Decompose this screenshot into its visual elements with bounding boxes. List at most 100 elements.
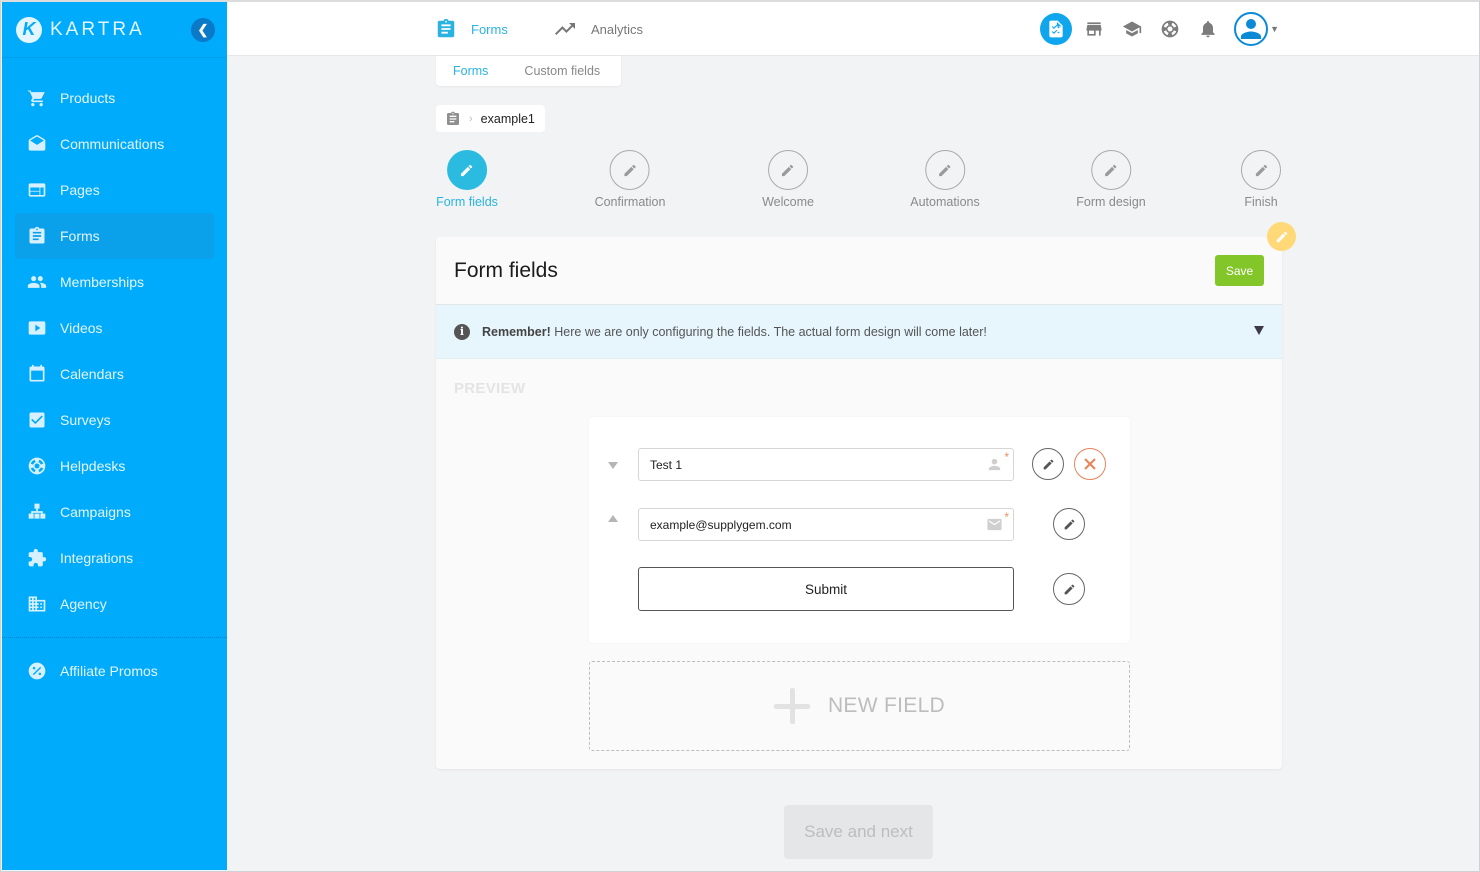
web-page-icon — [27, 180, 47, 200]
sidebar-item-label: Pages — [60, 182, 100, 198]
chevron-left-icon: ❮ — [197, 22, 209, 37]
step-finish[interactable]: Finish — [1241, 150, 1281, 209]
pencil-icon — [1063, 583, 1076, 596]
help-button[interactable] — [1154, 13, 1186, 45]
top-tab-label: Forms — [471, 21, 508, 37]
checklist-button[interactable] — [1040, 13, 1073, 45]
subtabs: Forms Custom fields — [436, 56, 621, 86]
step-confirmation[interactable]: Confirmation — [594, 150, 666, 209]
subtab-forms[interactable]: Forms — [453, 64, 488, 78]
field-value: example@supplygem.com — [650, 517, 792, 532]
pencil-icon — [937, 163, 952, 178]
form-fields-card: Form fields Save i Remember! Here we are… — [436, 237, 1282, 769]
top-tab-analytics[interactable]: Analytics — [553, 2, 643, 56]
subtab-custom-fields[interactable]: Custom fields — [524, 64, 600, 78]
clipboard-icon[interactable] — [445, 110, 461, 128]
pencil-icon — [459, 163, 474, 178]
brand-name: KARTRA — [50, 18, 145, 40]
step-circle — [1090, 150, 1131, 190]
edit-submit-button[interactable] — [1053, 573, 1085, 605]
email-field[interactable]: example@supplygem.com * — [638, 508, 1014, 541]
step-label: Confirmation — [594, 195, 666, 209]
move-up-icon[interactable] — [608, 515, 618, 522]
edit-badge-button[interactable] — [1267, 222, 1296, 251]
notifications-button[interactable] — [1192, 13, 1224, 45]
save-and-next-button[interactable]: Save and next — [784, 805, 933, 859]
step-welcome[interactable]: Welcome — [762, 150, 814, 209]
collapse-sidebar-button[interactable]: ❮ — [191, 18, 215, 42]
sidebar-item-label: Memberships — [60, 274, 145, 290]
topbar: Forms Analytics ▼ — [227, 2, 1479, 56]
step-form-design[interactable]: Form design — [1076, 150, 1146, 209]
top-tab-label: Analytics — [591, 21, 644, 37]
sidebar: K KARTRA ❮ Products Communications Pages… — [2, 2, 227, 870]
sidebar-item-calendars[interactable]: Calendars — [15, 351, 214, 397]
new-field-label: NEW FIELD — [827, 694, 946, 717]
pencil-icon — [1275, 230, 1289, 244]
plus-icon — [773, 688, 810, 724]
notice-body: Here we are only configuring the fields.… — [550, 324, 987, 339]
edit-field-button[interactable] — [1032, 448, 1064, 480]
sidebar-item-memberships[interactable]: Memberships — [15, 259, 214, 305]
clipboard-icon — [435, 17, 457, 41]
card-header: Form fields Save — [436, 237, 1282, 305]
top-tab-forms[interactable]: Forms — [435, 2, 508, 56]
submit-button-preview[interactable]: Submit — [638, 567, 1014, 611]
envelope-icon — [986, 516, 1003, 536]
step-label: Finish — [1244, 195, 1278, 209]
sidebar-item-videos[interactable]: Videos — [15, 305, 214, 351]
sidebar-nav: Products Communications Pages Forms Memb… — [2, 58, 227, 694]
sidebar-item-integrations[interactable]: Integrations — [15, 535, 214, 581]
store-button[interactable] — [1078, 13, 1110, 45]
step-circle — [610, 150, 650, 190]
collapse-notice-icon[interactable] — [1254, 326, 1264, 335]
cart-icon — [27, 88, 47, 108]
pencil-icon — [623, 163, 638, 178]
user-icon — [986, 456, 1003, 476]
notice-bold: Remember! — [482, 324, 551, 339]
checklist-document-icon — [1046, 19, 1066, 39]
step-circle — [446, 150, 487, 190]
checkbox-icon — [27, 410, 47, 430]
academy-button[interactable] — [1116, 13, 1148, 45]
edit-field-button[interactable] — [1053, 508, 1085, 540]
pencil-icon — [1103, 163, 1118, 178]
name-field[interactable]: Test 1 * — [638, 448, 1014, 481]
sidebar-item-label: Calendars — [60, 366, 124, 382]
percent-badge-icon — [27, 661, 47, 681]
clipboard-icon — [27, 226, 47, 246]
step-circle — [924, 150, 965, 190]
sidebar-item-helpdesks[interactable]: Helpdesks — [15, 443, 214, 489]
building-icon — [27, 594, 47, 614]
step-label: Welcome — [762, 195, 814, 209]
lifebuoy-icon — [27, 456, 47, 476]
step-form-fields[interactable]: Form fields — [436, 150, 498, 209]
new-field-button[interactable]: NEW FIELD — [589, 661, 1130, 751]
sidebar-item-communications[interactable]: Communications — [15, 121, 214, 167]
breadcrumb: › example1 — [436, 105, 545, 132]
breadcrumb-current: example1 — [480, 111, 535, 126]
lifebuoy-icon — [1160, 19, 1180, 39]
caret-down-icon[interactable]: ▼ — [1270, 24, 1279, 34]
step-label: Form design — [1076, 195, 1146, 209]
move-down-icon[interactable] — [608, 462, 618, 469]
pencil-icon — [1042, 458, 1055, 471]
delete-field-button[interactable] — [1074, 448, 1106, 480]
sidebar-item-label: Communications — [60, 136, 165, 152]
sidebar-divider — [2, 637, 227, 638]
step-circle — [1241, 150, 1281, 190]
step-automations[interactable]: Automations — [910, 150, 980, 209]
user-avatar[interactable] — [1234, 12, 1269, 46]
sidebar-item-agency[interactable]: Agency — [15, 581, 214, 627]
store-icon — [1084, 19, 1104, 39]
save-button[interactable]: Save — [1215, 255, 1264, 286]
sidebar-item-products[interactable]: Products — [15, 75, 214, 121]
sidebar-item-surveys[interactable]: Surveys — [15, 397, 214, 443]
brand-header: K KARTRA ❮ — [2, 2, 227, 58]
sidebar-item-pages[interactable]: Pages — [15, 167, 214, 213]
sidebar-item-label: Affiliate Promos — [60, 663, 158, 679]
sidebar-item-forms[interactable]: Forms — [15, 213, 214, 259]
sidebar-item-affiliate-promos[interactable]: Affiliate Promos — [15, 648, 214, 694]
sidebar-item-campaigns[interactable]: Campaigns — [15, 489, 214, 535]
sidebar-item-label: Products — [60, 90, 116, 106]
